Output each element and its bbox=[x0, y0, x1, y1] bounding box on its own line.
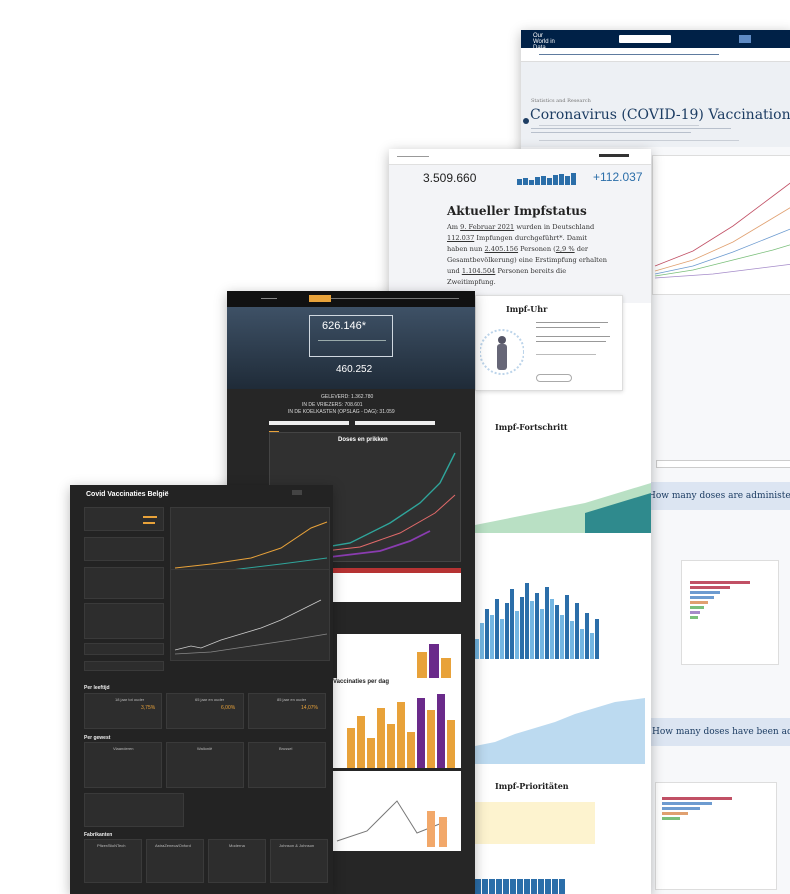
de-sparkline bbox=[517, 173, 589, 185]
owid-search-country-input[interactable] bbox=[656, 460, 790, 468]
de-section-title: Aktueller Impfstatus bbox=[447, 204, 587, 218]
be-maker-card-4: Johnson & Johnson bbox=[270, 839, 328, 883]
be-fabrikanten: Fabrikanten bbox=[84, 832, 113, 838]
be-maker-card-2: AstraZeneca/Oxford bbox=[146, 839, 204, 883]
owid-page-title: Coronavirus (COVID-19) Vaccinations bbox=[530, 107, 790, 123]
owid-top-nav: Our World in Data bbox=[521, 30, 790, 51]
nl-per-day-title: Vaccinaties per dag bbox=[333, 679, 390, 685]
be-region-card-4 bbox=[84, 793, 184, 827]
nl-progress-1 bbox=[269, 421, 349, 425]
be-page-title: Covid Vaccinaties België bbox=[86, 491, 169, 498]
de-header bbox=[389, 149, 651, 165]
be-age-card-2: 65 jaar en ouder 6,00% bbox=[166, 693, 244, 729]
nl-trend-chart bbox=[327, 771, 461, 851]
be-vaccination-screenshot: Covid Vaccinaties België Per leeftijd 18… bbox=[70, 485, 333, 894]
be-stat-card-5 bbox=[84, 643, 164, 655]
nl-counter-2: 460.252 bbox=[336, 364, 373, 375]
be-per-leeftijd: Per leeftijd bbox=[84, 685, 110, 691]
be-age-value-1: 3,75% bbox=[141, 705, 156, 711]
de-priority-grid bbox=[475, 879, 565, 894]
de-status-section: 3.509.660 +112.037 Aktueller Impfstatus … bbox=[389, 165, 651, 303]
de-total-count: 3.509.660 bbox=[423, 171, 477, 185]
be-age-value-2: 6,00% bbox=[221, 705, 236, 711]
de-priority-note bbox=[475, 802, 595, 844]
nl-hero: 626.146* 460.252 bbox=[227, 307, 475, 389]
be-region-card-2: Wallonië bbox=[166, 742, 244, 788]
be-stat-card-2 bbox=[84, 537, 164, 561]
nl-delivered: GELEVERD: 1.362.780 bbox=[321, 394, 374, 400]
be-maker-card-3: Moderna bbox=[208, 839, 266, 883]
owid-section-label: Statistics and Research bbox=[531, 98, 591, 104]
de-impfuhr-title: Impf-Uhr bbox=[506, 304, 548, 314]
be-stat-card-3 bbox=[84, 567, 164, 599]
nl-progress-2 bbox=[355, 421, 435, 425]
be-age-card-3: 85 jaar en ouder 14,07% bbox=[248, 693, 326, 729]
de-cumulative-chart bbox=[475, 698, 645, 764]
be-maker-4: Johnson & Johnson bbox=[279, 843, 315, 848]
de-daily-delta: +112.037 bbox=[593, 170, 643, 184]
de-impfuhr-button[interactable] bbox=[536, 374, 572, 382]
de-impfuhr-card: Impf-Uhr bbox=[475, 295, 623, 391]
be-age-label-2: 65 jaar en ouder bbox=[195, 697, 225, 702]
de-prioritaeten-title: Impf-Prioritäten bbox=[495, 781, 569, 791]
owid-heading-daily: How many doses are administered daily? bbox=[648, 491, 790, 501]
nl-small-bar-chart bbox=[337, 634, 461, 678]
nl-top-nav bbox=[227, 291, 475, 307]
be-region-3: Brussel bbox=[279, 746, 293, 751]
be-per-gewest: Per gewest bbox=[84, 735, 111, 741]
nl-doses-chart-title: Doses en prikken bbox=[338, 437, 388, 443]
de-fortschritt-title: Impf-Fortschritt bbox=[495, 422, 568, 432]
be-stat-card-1 bbox=[84, 507, 164, 531]
owid-total-bar-chart[interactable] bbox=[655, 782, 777, 890]
nl-active-tab[interactable] bbox=[309, 295, 331, 302]
be-daily-chart[interactable] bbox=[170, 569, 330, 661]
owid-line-chart-svg bbox=[654, 182, 790, 279]
be-menu-button[interactable] bbox=[292, 490, 302, 495]
owid-sub-nav bbox=[521, 48, 790, 62]
be-maker-1: Pfizer/BioNTech bbox=[97, 843, 126, 848]
owid-search-input[interactable] bbox=[619, 35, 671, 43]
de-daily-bars-chart bbox=[475, 579, 605, 659]
owid-line-chart[interactable] bbox=[652, 155, 790, 295]
nl-fridge: IN DE KOELKASTEN (OPSLAG - DAG): 31.059 bbox=[288, 409, 395, 415]
be-region-1: Vlaanderen bbox=[113, 746, 134, 751]
de-fortschritt-area-chart bbox=[475, 483, 651, 533]
owid-heading-total: How many doses have been administered? bbox=[652, 727, 790, 737]
de-status-text: Am 9. Februar 2021 wurden in Deutschland… bbox=[447, 223, 607, 286]
be-age-label-1: 18 jaar tot ouder bbox=[115, 697, 145, 702]
nl-counter: 626.146* bbox=[322, 320, 367, 332]
be-age-card-1: 18 jaar tot ouder 3,75% bbox=[84, 693, 162, 729]
be-region-card-1: Vlaanderen bbox=[84, 742, 162, 788]
be-daily-chart-svg bbox=[174, 599, 328, 655]
nl-freezer: IN DE VRIEZERS: 708.601 bbox=[302, 402, 363, 408]
be-maker-3: Moderna bbox=[229, 843, 245, 848]
be-region-2: Wallonië bbox=[197, 746, 213, 751]
owid-donate-button[interactable] bbox=[739, 35, 751, 43]
nl-per-day-chart[interactable]: Vaccinaties per dag bbox=[327, 678, 461, 768]
be-maker-card-1: Pfizer/BioNTech bbox=[84, 839, 142, 883]
nl-counter-box: 626.146* bbox=[309, 315, 393, 357]
be-age-label-3: 85 jaar en ouder bbox=[277, 697, 307, 702]
owid-daily-bar-chart[interactable] bbox=[681, 560, 779, 665]
owid-hero: Statistics and Research Coronavirus (COV… bbox=[521, 62, 790, 147]
be-maker-2: AstraZeneca/Oxford bbox=[155, 843, 191, 848]
be-stat-card-4 bbox=[84, 603, 164, 639]
de-clock-figure bbox=[480, 329, 524, 375]
be-age-value-3: 14,07% bbox=[301, 705, 318, 711]
be-region-card-3: Brussel bbox=[248, 742, 326, 788]
be-stat-card-6 bbox=[84, 661, 164, 671]
